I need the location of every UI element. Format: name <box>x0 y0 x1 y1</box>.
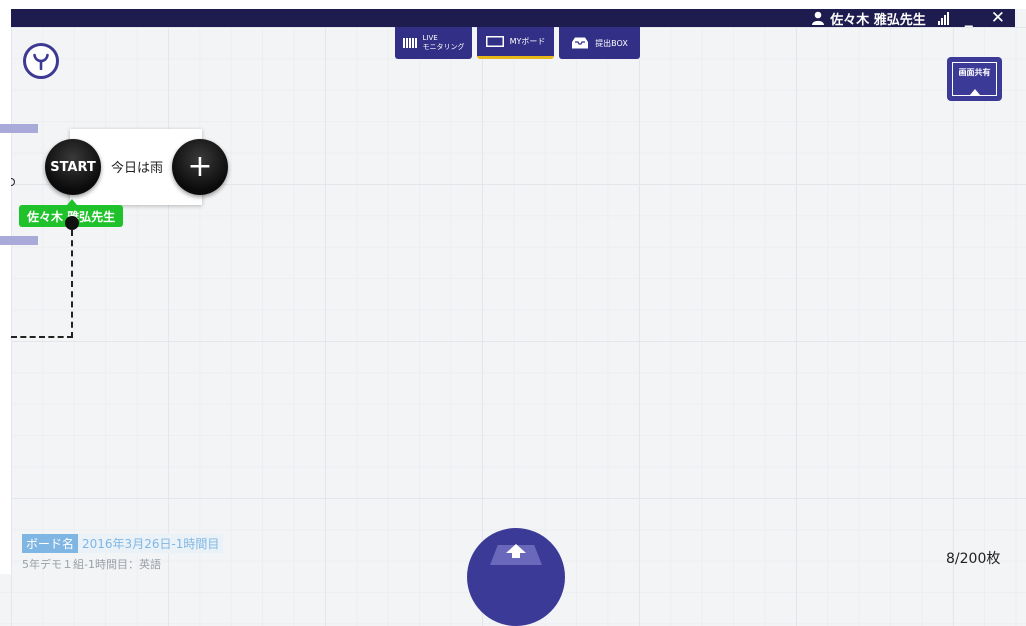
board-icon <box>485 36 504 47</box>
screen-share-label: 画面共有 <box>958 68 991 77</box>
tray-icon <box>572 37 589 49</box>
user-name: 佐々木 雅弘先生 <box>830 12 926 28</box>
title-bar: 佐々木 雅弘先生 _ ✕ <box>11 8 1015 28</box>
tab-live-label-line1: LIVE <box>422 34 438 42</box>
connector-line-horizontal <box>11 336 73 338</box>
screen-share-icon: 画面共有 <box>952 62 997 96</box>
class-info: 5年デモ１組-1時間目：英語 <box>22 558 161 571</box>
up-arrow-icon <box>506 544 526 553</box>
tab-my-board[interactable]: MYボード <box>477 27 554 59</box>
board-name: ボード名 2016年3月26日-1時間目 <box>22 534 224 553</box>
start-button[interactable]: START <box>45 139 101 195</box>
send-up-button[interactable] <box>467 528 565 626</box>
close-button[interactable]: ✕ <box>991 8 1005 28</box>
tab-submit-box[interactable]: 提出BOX <box>559 27 640 59</box>
user-icon <box>812 11 825 25</box>
tab-live-label: LIVE モニタリング <box>423 34 465 52</box>
app-logo[interactable] <box>23 43 59 79</box>
tab-live-monitoring[interactable]: LIVE モニタリング <box>395 27 472 59</box>
card-count: 8/200枚 <box>946 551 1001 567</box>
tab-submit-box-label: 提出BOX <box>595 38 628 48</box>
screen-share-arrow-icon <box>969 89 980 95</box>
idea-card-text: 今日は雨 <box>111 161 164 176</box>
neighbor-card-edge-bottom <box>0 236 38 245</box>
neighbor-connector-icon <box>11 178 15 186</box>
up-arrow-stem <box>512 553 520 558</box>
board-name-value: 2016年3月26日-1時間目 <box>78 534 224 553</box>
grid-icon <box>402 38 417 48</box>
neighbor-card-edge-top <box>0 124 38 133</box>
user-area: 佐々木 雅弘先生 _ ✕ <box>812 8 1005 28</box>
mode-tabs: LIVE モニタリング MYボード 提出BOX <box>395 27 640 59</box>
connector-line-vertical <box>71 230 73 338</box>
screen-share-button[interactable]: 画面共有 <box>947 57 1002 101</box>
board-name-key: ボード名 <box>22 534 79 553</box>
author-tag-arrow <box>67 199 77 205</box>
add-card-button[interactable]: + <box>172 139 228 195</box>
signal-icon <box>937 11 949 25</box>
tab-live-label-line2: モニタリング <box>422 43 465 51</box>
tab-my-board-label: MYボード <box>509 37 546 46</box>
minimize-button[interactable]: _ <box>965 10 973 26</box>
screen-margin-left <box>0 9 11 574</box>
connector-handle[interactable] <box>65 216 79 230</box>
sprout-icon <box>33 53 49 70</box>
